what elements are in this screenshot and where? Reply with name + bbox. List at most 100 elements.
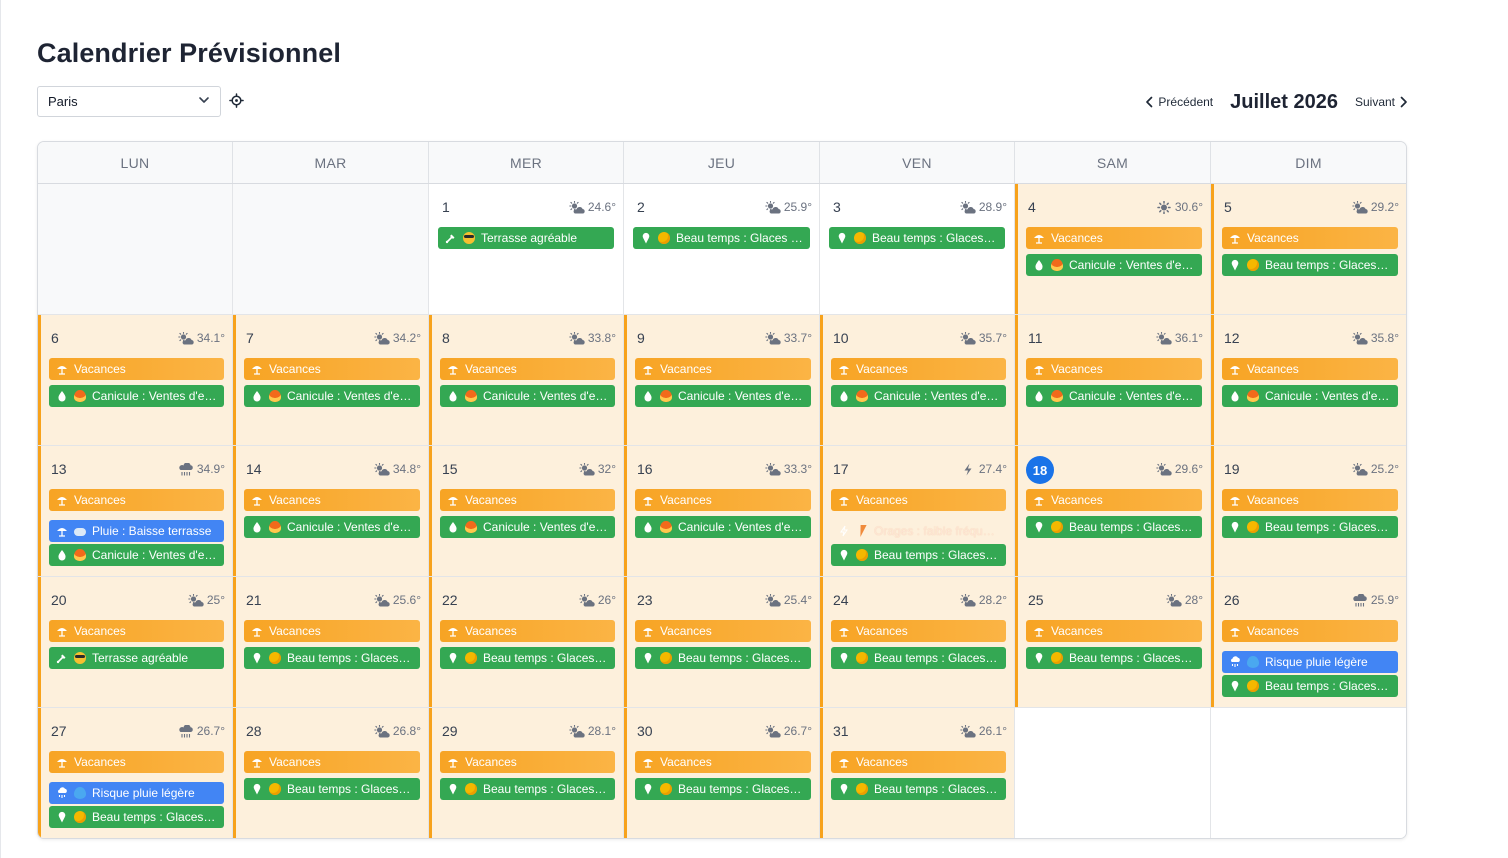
event-chip[interactable]: Beau temps : Glaces &...: [244, 778, 420, 800]
event-chip[interactable]: Vacances: [1026, 620, 1202, 642]
event-chip[interactable]: Beau temps : Glaces &...: [1026, 516, 1202, 538]
previous-month-button[interactable]: Précédent: [1145, 95, 1213, 109]
event-chip[interactable]: Canicule : Ventes d'ea...: [831, 385, 1006, 407]
locate-button[interactable]: [228, 92, 244, 108]
event-chip[interactable]: Canicule : Ventes d'ea...: [1026, 254, 1202, 276]
day-cell[interactable]: 6 34.1° Vacances Canicule : Ventes d'ea...: [38, 315, 233, 446]
day-cell[interactable]: 12 35.8° Vacances Canicule : Ventes d'ea...: [1211, 315, 1406, 446]
event-chip[interactable]: Canicule : Ventes d'ea...: [244, 385, 420, 407]
event-chip[interactable]: Beau temps : Glaces & ...: [829, 227, 1005, 249]
event-chip[interactable]: Vacances: [49, 358, 224, 380]
event-chip[interactable]: Canicule : Ventes d'ea...: [440, 516, 615, 538]
day-cell[interactable]: 19 25.2° Vacances Beau temps : Glaces &...: [1211, 446, 1406, 577]
event-chip[interactable]: Vacances: [1222, 489, 1398, 511]
event-chip[interactable]: Beau temps : Glaces &...: [1222, 254, 1398, 276]
event-chip[interactable]: Canicule : Ventes d'ea...: [635, 385, 811, 407]
event-list: Terrasse agréable: [438, 227, 614, 249]
day-cell[interactable]: 2 25.9° Beau temps : Glaces & ...: [624, 184, 820, 315]
event-chip[interactable]: Vacances: [831, 751, 1006, 773]
event-chip[interactable]: Canicule : Ventes d'ea...: [1026, 385, 1202, 407]
event-chip[interactable]: Beau temps : Glaces &...: [831, 778, 1006, 800]
city-select[interactable]: Paris: [37, 86, 221, 117]
day-cell[interactable]: 7 34.2° Vacances Canicule : Ventes d'ea...: [233, 315, 429, 446]
event-chip[interactable]: Beau temps : Glaces &...: [440, 778, 615, 800]
event-chip[interactable]: Canicule : Ventes d'ea...: [49, 544, 224, 566]
event-chip[interactable]: Vacances: [635, 751, 811, 773]
event-chip[interactable]: Vacances: [244, 358, 420, 380]
event-chip[interactable]: Vacances: [440, 751, 615, 773]
day-cell[interactable]: 1 24.6° Terrasse agréable: [429, 184, 624, 315]
event-chip[interactable]: Beau temps : Glaces &...: [1026, 647, 1202, 669]
event-chip[interactable]: Canicule : Ventes d'ea...: [440, 385, 615, 407]
day-cell[interactable]: 4 30.6° Vacances Canicule : Ventes d'ea...: [1015, 184, 1211, 315]
day-cell[interactable]: 3 28.9° Beau temps : Glaces & ...: [820, 184, 1015, 315]
weather-temperature: 26.1°: [960, 724, 1007, 738]
event-chip[interactable]: Vacances: [1222, 358, 1398, 380]
day-cell[interactable]: 18 29.6° Vacances Beau temps : Glaces &...: [1015, 446, 1211, 577]
day-cell[interactable]: 25 28° Vacances Beau temps : Glaces &...: [1015, 577, 1211, 708]
event-chip[interactable]: Risque pluie légère: [49, 782, 224, 804]
event-chip[interactable]: Vacances: [635, 620, 811, 642]
event-chip[interactable]: Beau temps : Glaces &...: [1222, 516, 1398, 538]
event-chip[interactable]: Vacances: [1026, 489, 1202, 511]
event-chip[interactable]: Vacances: [440, 358, 615, 380]
event-chip[interactable]: Vacances: [831, 620, 1006, 642]
event-chip[interactable]: Vacances: [244, 751, 420, 773]
day-cell[interactable]: 13 34.9° Vacances Pluie : Baisse terrasse Ca…: [38, 446, 233, 577]
event-chip[interactable]: Vacances: [49, 489, 224, 511]
next-month-button[interactable]: Suivant: [1355, 95, 1408, 109]
day-cell[interactable]: 5 29.2° Vacances Beau temps : Glaces &...: [1211, 184, 1406, 315]
event-chip[interactable]: Canicule : Ventes d'ea...: [635, 516, 811, 538]
day-cell[interactable]: 29 28.1° Vacances Beau temps : Glaces &...: [429, 708, 624, 838]
event-chip[interactable]: Beau temps : Glaces & ...: [633, 227, 810, 249]
day-cell[interactable]: 21 25.6° Vacances Beau temps : Glaces &...: [233, 577, 429, 708]
day-cell[interactable]: 23 25.4° Vacances Beau temps : Glaces &...: [624, 577, 820, 708]
event-chip[interactable]: Beau temps : Glaces &...: [244, 647, 420, 669]
day-cell[interactable]: 20 25° Vacances Terrasse agréable: [38, 577, 233, 708]
event-chip[interactable]: Beau temps : Glaces &...: [1222, 675, 1398, 697]
event-chip[interactable]: Beau temps : Glaces &...: [440, 647, 615, 669]
day-cell[interactable]: 31 26.1° Vacances Beau temps : Glaces &...: [820, 708, 1015, 838]
event-chip[interactable]: Vacances: [49, 620, 224, 642]
event-chip[interactable]: Vacances: [1222, 227, 1398, 249]
event-chip[interactable]: Beau temps : Glaces &...: [635, 647, 811, 669]
day-cell[interactable]: 16 33.3° Vacances Canicule : Ventes d'ea...: [624, 446, 820, 577]
day-cell[interactable]: 26 25.9° Vacances Risque pluie légère Beau t…: [1211, 577, 1406, 708]
event-chip[interactable]: Vacances: [635, 358, 811, 380]
event-chip[interactable]: Canicule : Ventes d'ea...: [1222, 385, 1398, 407]
event-chip[interactable]: Pluie : Baisse terrasse: [49, 520, 224, 542]
day-cell[interactable]: 30 26.7° Vacances Beau temps : Glaces &...: [624, 708, 820, 838]
event-chip[interactable]: Vacances: [635, 489, 811, 511]
event-chip[interactable]: Canicule : Ventes d'ea...: [49, 385, 224, 407]
event-chip[interactable]: Terrasse agréable: [438, 227, 614, 249]
event-chip[interactable]: Terrasse agréable: [49, 647, 224, 669]
day-cell[interactable]: 28 26.8° Vacances Beau temps : Glaces &...: [233, 708, 429, 838]
event-chip[interactable]: Beau temps : Glaces &...: [49, 806, 224, 828]
day-cell[interactable]: 22 26° Vacances Beau temps : Glaces &...: [429, 577, 624, 708]
day-cell[interactable]: 27 26.7° Vacances Risque pluie légère Beau t…: [38, 708, 233, 838]
event-chip[interactable]: Orages : faible fréque...: [831, 520, 1006, 542]
day-cell[interactable]: 11 36.1° Vacances Canicule : Ventes d'ea...: [1015, 315, 1211, 446]
event-chip[interactable]: Beau temps : Glaces &...: [831, 647, 1006, 669]
event-chip[interactable]: Beau temps : Glaces &...: [831, 544, 1006, 566]
event-chip[interactable]: Vacances: [244, 620, 420, 642]
event-chip[interactable]: Risque pluie légère: [1222, 651, 1398, 673]
event-chip[interactable]: Vacances: [440, 620, 615, 642]
event-chip[interactable]: Beau temps : Glaces &...: [635, 778, 811, 800]
day-cell[interactable]: 17 27.4° Vacances Orages : faible fréque...…: [820, 446, 1015, 577]
day-cell[interactable]: 24 28.2° Vacances Beau temps : Glaces &...: [820, 577, 1015, 708]
event-chip[interactable]: Vacances: [244, 489, 420, 511]
event-chip[interactable]: Canicule : Ventes d'ea...: [244, 516, 420, 538]
day-cell[interactable]: 10 35.7° Vacances Canicule : Ventes d'ea...: [820, 315, 1015, 446]
day-cell[interactable]: 14 34.8° Vacances Canicule : Ventes d'ea...: [233, 446, 429, 577]
day-cell[interactable]: 9 33.7° Vacances Canicule : Ventes d'ea...: [624, 315, 820, 446]
day-cell[interactable]: 15 32° Vacances Canicule : Ventes d'ea...: [429, 446, 624, 577]
event-chip[interactable]: Vacances: [1026, 358, 1202, 380]
event-chip[interactable]: Vacances: [831, 489, 1006, 511]
event-chip[interactable]: Vacances: [1026, 227, 1202, 249]
event-chip[interactable]: Vacances: [440, 489, 615, 511]
event-chip[interactable]: Vacances: [1222, 620, 1398, 642]
event-chip[interactable]: Vacances: [831, 358, 1006, 380]
event-chip[interactable]: Vacances: [49, 751, 224, 773]
day-cell[interactable]: 8 33.8° Vacances Canicule : Ventes d'ea...: [429, 315, 624, 446]
